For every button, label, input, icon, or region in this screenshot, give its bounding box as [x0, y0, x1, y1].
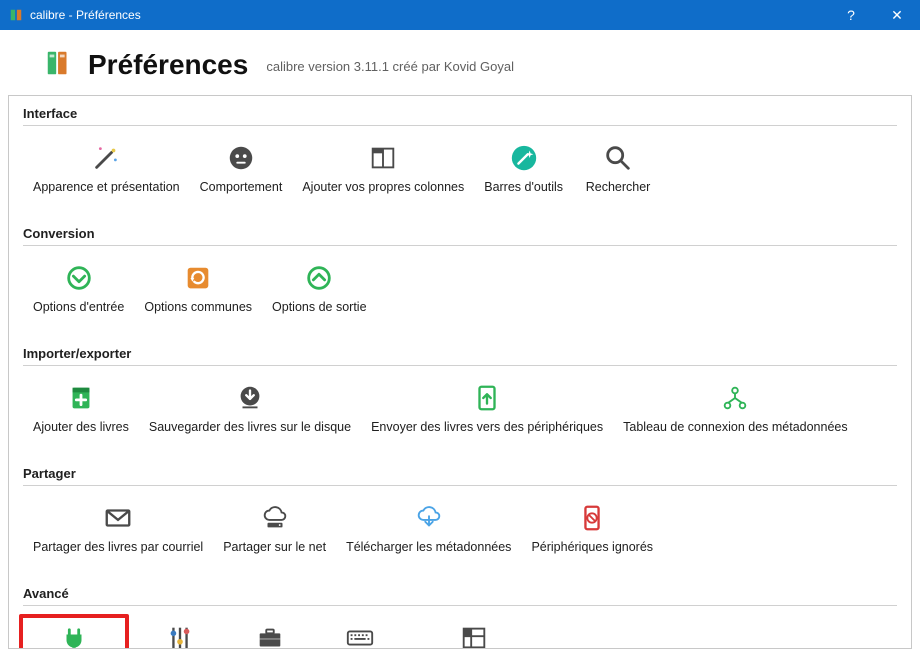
toolbar-wand-icon [508, 142, 540, 174]
section-conversion: Conversion Options d'entrée [9, 216, 911, 336]
item-columns[interactable]: Ajouter vos propres colonnes [292, 136, 474, 200]
item-download-metadata[interactable]: Télécharger les métadonnées [336, 496, 521, 560]
item-shortcuts[interactable]: Raccourcis [315, 616, 405, 649]
item-templates[interactable]: Modèles de fonctions [405, 616, 543, 649]
section-divider [23, 245, 897, 246]
item-label: Options d'entrée [33, 300, 124, 314]
preferences-logo-icon [44, 48, 74, 81]
section-title-advanced: Avancé [23, 586, 897, 601]
item-ignored-devices[interactable]: Périphériques ignorés [521, 496, 663, 560]
item-misc[interactable]: Divers [225, 616, 315, 649]
preferences-panel: Interface Apparence et présentation [8, 95, 912, 649]
item-label: Ajouter des livres [33, 420, 129, 434]
item-toolbars[interactable]: Barres d'outils [474, 136, 573, 200]
item-label: Ajouter vos propres colonnes [302, 180, 464, 194]
section-importexport: Importer/exporter Ajouter des livres [9, 336, 911, 456]
item-input-options[interactable]: Options d'entrée [23, 256, 134, 320]
page-title: Préférences [88, 49, 248, 81]
section-interface: Interface Apparence et présentation [9, 96, 911, 216]
item-label: Options de sortie [272, 300, 367, 314]
item-extensions[interactable]: Extensions [29, 620, 119, 649]
item-send-devices[interactable]: Envoyer des livres vers des périphérique… [361, 376, 613, 440]
item-add-books[interactable]: Ajouter des livres [23, 376, 139, 440]
close-button[interactable]: ✕ [874, 0, 920, 30]
item-metadata-board[interactable]: Tableau de connexion des métadonnées [613, 376, 857, 440]
page-subtitle: calibre version 3.11.1 créé par Kovid Go… [266, 59, 514, 74]
section-divider [23, 605, 897, 606]
item-share-net[interactable]: Partager sur le net [213, 496, 336, 560]
section-title-conversion: Conversion [23, 226, 897, 241]
arrow-down-circle-icon [63, 262, 95, 294]
item-label: Comportement [200, 180, 283, 194]
section-divider [23, 365, 897, 366]
layout-template-icon [458, 622, 490, 649]
download-circle-icon [234, 382, 266, 414]
window-titlebar: calibre - Préférences ? ✕ [0, 0, 920, 30]
item-label: Barres d'outils [484, 180, 563, 194]
section-divider [23, 125, 897, 126]
item-label: Sauvegarder des livres sur le disque [149, 420, 351, 434]
face-icon [225, 142, 257, 174]
section-share: Partager Partager des livres par courrie… [9, 456, 911, 576]
arrow-up-circle-icon [303, 262, 335, 294]
refresh-square-icon [182, 262, 214, 294]
item-label: Télécharger les métadonnées [346, 540, 511, 554]
device-blocked-icon [576, 502, 608, 534]
item-label: Périphériques ignorés [531, 540, 653, 554]
item-common-options[interactable]: Options communes [134, 256, 262, 320]
item-label: Options communes [144, 300, 252, 314]
item-appearance[interactable]: Apparence et présentation [23, 136, 190, 200]
section-divider [23, 485, 897, 486]
highlight-extensions: Extensions [19, 614, 129, 649]
cloud-download-icon [413, 502, 445, 534]
item-save-books[interactable]: Sauvegarder des livres sur le disque [139, 376, 361, 440]
item-behavior[interactable]: Comportement [190, 136, 293, 200]
columns-icon [367, 142, 399, 174]
cloud-drive-icon [259, 502, 291, 534]
item-label: Envoyer des livres vers des périphérique… [371, 420, 603, 434]
item-tweaks[interactable]: Ajustements [135, 616, 225, 649]
item-label: Partager sur le net [223, 540, 326, 554]
window-title: calibre - Préférences [30, 8, 828, 22]
section-advanced: Avancé Extensions [9, 576, 911, 649]
mail-icon [102, 502, 134, 534]
section-title-interface: Interface [23, 106, 897, 121]
briefcase-icon [254, 622, 286, 649]
item-label: Tableau de connexion des métadonnées [623, 420, 847, 434]
page-header: Préférences calibre version 3.11.1 créé … [0, 30, 920, 95]
item-label: Partager des livres par courriel [33, 540, 203, 554]
network-nodes-icon [719, 382, 751, 414]
device-upload-icon [471, 382, 503, 414]
plug-icon [58, 626, 90, 649]
keyboard-icon [344, 622, 376, 649]
wand-icon [90, 142, 122, 174]
sliders-icon [164, 622, 196, 649]
app-icon [8, 7, 24, 23]
item-output-options[interactable]: Options de sortie [262, 256, 377, 320]
section-title-share: Partager [23, 466, 897, 481]
search-icon [602, 142, 634, 174]
book-add-icon [65, 382, 97, 414]
item-share-email[interactable]: Partager des livres par courriel [23, 496, 213, 560]
item-label: Apparence et présentation [33, 180, 180, 194]
help-button[interactable]: ? [828, 0, 874, 30]
item-search[interactable]: Rechercher [573, 136, 663, 200]
item-label: Rechercher [586, 180, 651, 194]
section-title-importexport: Importer/exporter [23, 346, 897, 361]
